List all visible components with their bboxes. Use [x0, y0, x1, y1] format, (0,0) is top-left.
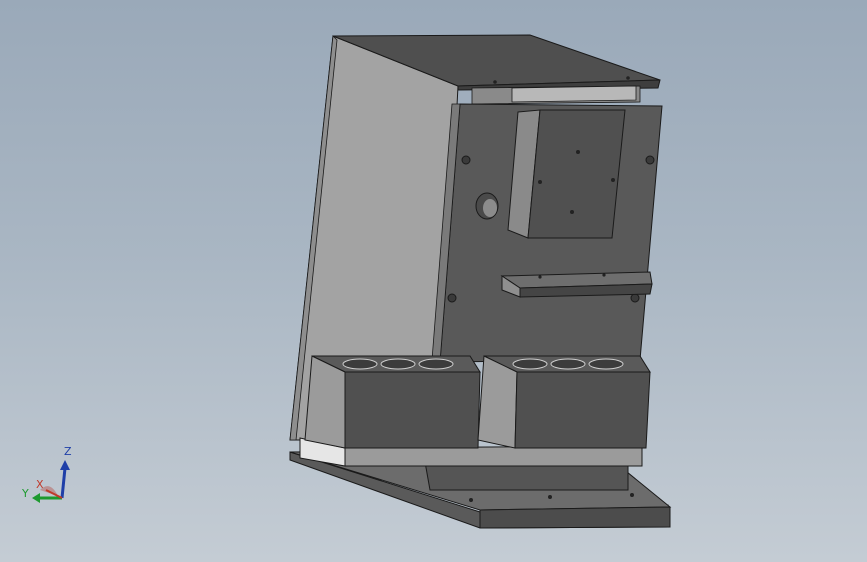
right-holder-block[interactable]	[477, 355, 651, 449]
y-axis-label: Y	[21, 487, 29, 500]
cad-viewport[interactable]: Z Y X	[0, 0, 867, 562]
motor-block[interactable]	[507, 109, 626, 239]
z-axis-head	[60, 460, 70, 470]
z-axis-arrow	[60, 467, 67, 499]
reference-triad: Z Y X	[21, 445, 72, 503]
z-axis-label: Z	[64, 445, 72, 458]
x-axis-label: X	[36, 478, 44, 491]
left-holder-block[interactable]	[304, 355, 481, 449]
model-scene[interactable]: Z Y X	[0, 0, 867, 562]
y-axis-head	[32, 493, 40, 503]
shelf-bracket[interactable]	[500, 271, 653, 298]
